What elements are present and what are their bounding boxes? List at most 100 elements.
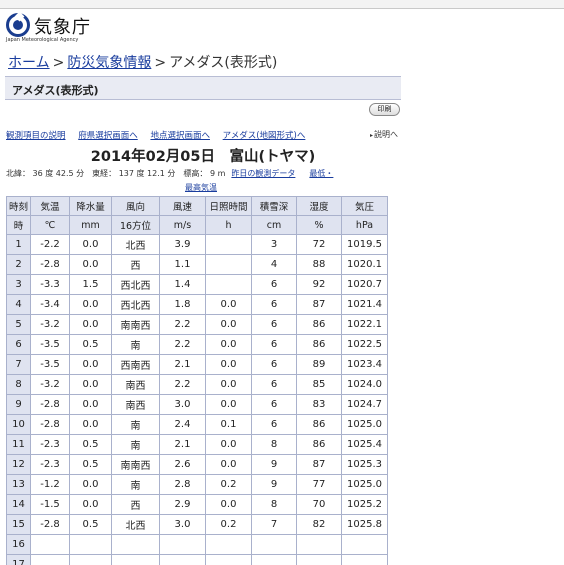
cell-time: 12 — [6, 454, 31, 475]
print-button[interactable]: 印刷 — [369, 103, 400, 116]
cell-humidity: 82 — [296, 514, 342, 535]
link-yesterday-data[interactable]: 昨日の観測データ — [231, 169, 295, 178]
cell-time: 16 — [6, 534, 31, 555]
cell-time: 10 — [6, 414, 31, 435]
table-row: 8 -3.2 0.0 南西 2.2 0.0 6 85 1024.0 — [6, 374, 388, 395]
cell-temperature: -2.8 — [30, 514, 70, 535]
unit-sunshine: h — [205, 215, 252, 235]
cell-humidity: 89 — [296, 354, 342, 375]
jma-logo[interactable]: 気象庁 Japan Meteorological Agency — [6, 11, 106, 43]
cell-pressure: 1025.0 — [341, 474, 388, 495]
cell-precipitation: 1.5 — [69, 274, 112, 295]
table-row: 10 -2.8 0.0 南 2.4 0.1 6 86 1025.0 — [6, 414, 388, 435]
cell-pressure — [341, 554, 388, 565]
cell-snow-depth: 6 — [251, 374, 297, 395]
cell-time: 13 — [6, 474, 31, 495]
cell-sunshine: 0.0 — [205, 434, 252, 455]
breadcrumb-separator: > — [154, 55, 167, 71]
cell-humidity: 72 — [296, 234, 342, 255]
cell-pressure: 1020.7 — [341, 274, 388, 295]
table-row: 9 -2.8 0.0 南西 3.0 0.0 6 83 1024.7 — [6, 394, 388, 415]
cell-wind-direction: 西南西 — [111, 354, 160, 375]
cell-sunshine: 0.0 — [205, 294, 252, 315]
cell-time: 5 — [6, 314, 31, 335]
cell-humidity: 86 — [296, 334, 342, 355]
cell-precipitation: 0.5 — [69, 334, 112, 355]
breadcrumb-separator: > — [52, 55, 65, 71]
header-snow-depth: 積雪深 — [251, 196, 297, 216]
cell-pressure: 1025.3 — [341, 454, 388, 475]
cell-snow-depth: 6 — [251, 334, 297, 355]
unit-time: 時 — [6, 215, 31, 235]
cell-humidity: 88 — [296, 254, 342, 275]
cell-precipitation: 0.0 — [69, 474, 112, 495]
table-row: 14 -1.5 0.0 西 2.9 0.0 8 70 1025.2 — [6, 494, 388, 515]
cell-temperature: -2.3 — [30, 434, 70, 455]
cell-snow-depth — [251, 534, 297, 555]
cell-snow-depth: 6 — [251, 274, 297, 295]
header-time: 時刻 — [6, 196, 31, 216]
unit-precipitation: mm — [69, 215, 112, 235]
table-row: 1 -2.2 0.0 北西 3.9 3 72 1019.5 — [6, 234, 388, 255]
table-row: 7 -3.5 0.0 西南西 2.1 0.0 6 89 1023.4 — [6, 354, 388, 375]
cell-temperature: -2.8 — [30, 254, 70, 275]
unit-wind-direction: 16方位 — [111, 215, 160, 235]
cell-sunshine: 0.0 — [205, 354, 252, 375]
page-title: アメダス(表形式) — [12, 84, 99, 97]
header-sunshine: 日照時間 — [205, 196, 252, 216]
cell-precipitation — [69, 534, 112, 555]
table-row: 16 — [6, 534, 388, 555]
cell-wind-direction: 北西 — [111, 514, 160, 535]
cell-wind-speed — [159, 534, 206, 555]
cell-pressure: 1022.5 — [341, 334, 388, 355]
cell-snow-depth: 8 — [251, 494, 297, 515]
cell-wind-direction — [111, 534, 160, 555]
breadcrumb-disaster-info-link[interactable]: 防災気象情報 — [67, 55, 151, 71]
cell-snow-depth: 6 — [251, 294, 297, 315]
link-min-max-temp[interactable]: 最低・ — [309, 169, 333, 178]
table-unit-row: 時 ℃ mm 16方位 m/s h cm % hPa — [6, 215, 388, 235]
cell-sunshine: 0.1 — [205, 414, 252, 435]
cell-precipitation: 0.0 — [69, 354, 112, 375]
location-info: 北緯： 36 度 42.5 分 東経： 137 度 12.1 分 標高： 9 m… — [6, 168, 333, 179]
link-prefecture-select[interactable]: 府県選択画面へ — [78, 131, 138, 141]
cell-wind-speed: 2.4 — [159, 414, 206, 435]
cell-time: 3 — [6, 274, 31, 295]
unit-wind-speed: m/s — [159, 215, 206, 235]
table-row: 6 -3.5 0.5 南 2.2 0.0 6 86 1022.5 — [6, 334, 388, 355]
logo-japanese-text: 気象庁 — [34, 17, 91, 38]
cell-sunshine: 0.0 — [205, 394, 252, 415]
cell-wind-speed: 1.4 — [159, 274, 206, 295]
link-observation-items[interactable]: 観測項目の説明 — [6, 131, 66, 141]
cell-pressure: 1025.0 — [341, 414, 388, 435]
cell-wind-speed: 1.8 — [159, 294, 206, 315]
header-wind-direction: 風向 — [111, 196, 160, 216]
breadcrumb-home-link[interactable]: ホーム — [8, 55, 50, 71]
link-amedas-map[interactable]: アメダス(地図形式)へ — [223, 131, 306, 141]
cell-snow-depth: 7 — [251, 514, 297, 535]
cell-wind-direction — [111, 554, 160, 565]
cell-temperature — [30, 534, 70, 555]
cell-temperature — [30, 554, 70, 565]
cell-wind-speed: 2.8 — [159, 474, 206, 495]
breadcrumb-current: アメダス(表形式) — [169, 55, 278, 71]
cell-wind-speed — [159, 554, 206, 565]
help-link[interactable]: ▸説明へ — [370, 129, 398, 140]
cell-time: 14 — [6, 494, 31, 515]
cell-time: 11 — [6, 434, 31, 455]
cell-humidity: 83 — [296, 394, 342, 415]
cell-precipitation: 0.0 — [69, 374, 112, 395]
cell-precipitation: 0.0 — [69, 414, 112, 435]
link-station-select[interactable]: 地点選択画面へ — [150, 131, 210, 141]
cell-humidity: 85 — [296, 374, 342, 395]
cell-wind-direction: 南 — [111, 474, 160, 495]
cell-wind-speed: 2.2 — [159, 314, 206, 335]
cell-temperature: -3.2 — [30, 314, 70, 335]
cell-time: 7 — [6, 354, 31, 375]
cell-wind-speed: 2.6 — [159, 454, 206, 475]
cell-sunshine — [205, 554, 252, 565]
cell-temperature: -3.5 — [30, 334, 70, 355]
cell-humidity: 86 — [296, 434, 342, 455]
table-row: 2 -2.8 0.0 西 1.1 4 88 1020.1 — [6, 254, 388, 275]
link-min-max-temp-cont[interactable]: 最高気温 — [185, 182, 217, 193]
